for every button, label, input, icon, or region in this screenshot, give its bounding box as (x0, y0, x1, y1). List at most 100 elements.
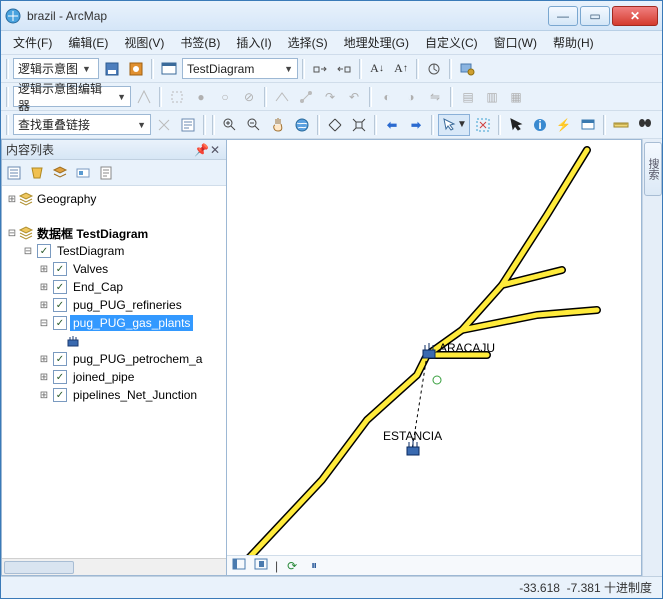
application-window: brazil - ArcMap — ▭ ✕ 文件(F) 编辑(E) 视图(V) … (0, 0, 663, 599)
update-diagram-icon[interactable] (125, 58, 147, 80)
toc-header[interactable]: 内容列表 📌 ✕ (2, 140, 226, 160)
close-button[interactable]: ✕ (612, 6, 658, 26)
toc-close-icon[interactable]: ✕ (208, 143, 222, 157)
menu-help[interactable]: 帮助(H) (545, 31, 602, 54)
propagate-to-map-icon[interactable] (309, 58, 331, 80)
tree-group-testdiagram[interactable]: ⊟✓ TestDiagram (2, 242, 226, 260)
tree-layer-endcap[interactable]: ⊞✓ End_Cap (2, 278, 226, 296)
list-by-source-icon[interactable] (27, 163, 47, 183)
select-features-icon[interactable]: ▼ (438, 114, 470, 136)
list-by-selection-icon[interactable] (73, 163, 93, 183)
tree-label: pug_PUG_petrochem_a (70, 351, 205, 367)
menu-file[interactable]: 文件(F) (5, 31, 60, 54)
forward-extent-icon[interactable]: ➡ (405, 114, 427, 136)
map-container: ARACAJU ESTANCIA | ⟳ ⏸ (227, 139, 642, 576)
minimize-button[interactable]: — (548, 6, 578, 26)
toc-hscrollbar[interactable] (2, 558, 226, 575)
arcmap-icon (5, 8, 21, 24)
tree-layer-joined-pipe[interactable]: ⊞✓ joined_pipe (2, 368, 226, 386)
align-left-icon: ▤ (457, 86, 479, 108)
layout-properties-icon[interactable] (177, 114, 199, 136)
scrollbar-thumb[interactable] (4, 561, 74, 574)
map-label-estancia: ESTANCIA (383, 429, 442, 443)
toc-pin-icon[interactable]: 📌 (194, 143, 208, 157)
remove-root-icon: ⊘ (238, 86, 260, 108)
pause-drawing-icon[interactable]: ⏸ (306, 558, 322, 573)
rotate-right-icon: ◑ (400, 86, 422, 108)
window-title: brazil - ArcMap (27, 9, 548, 23)
layout-first-icon[interactable] (231, 558, 247, 573)
propagate-to-diagram-icon[interactable] (333, 58, 355, 80)
tree-layer-valves[interactable]: ⊞✓ Valves (2, 260, 226, 278)
tree-label: Valves (70, 261, 111, 277)
maximize-button[interactable]: ▭ (580, 6, 610, 26)
schematic-dropdown[interactable]: 逻辑示意图▼ (13, 58, 99, 79)
fixed-zoom-out-icon[interactable] (348, 114, 370, 136)
layout-task-combo[interactable]: 查找重叠链接▼ (13, 114, 151, 135)
select-elements-icon[interactable] (505, 114, 527, 136)
window-buttons: — ▭ ✕ (548, 6, 658, 26)
toc-toolbar (2, 160, 226, 186)
svg-text:i: i (538, 118, 541, 132)
align-center-icon: ▥ (481, 86, 503, 108)
tree-label: pipelines_Net_Junction (70, 387, 200, 403)
tree-label: End_Cap (70, 279, 126, 295)
options-icon[interactable] (96, 163, 116, 183)
status-coords: -33.618 -7.381 十进制度 (519, 579, 652, 596)
menu-bookmarks[interactable]: 书签(B) (172, 31, 228, 54)
decrease-symbol-icon[interactable]: A↓ (366, 58, 388, 80)
menu-edit[interactable]: 编辑(E) (60, 31, 116, 54)
list-by-visibility-icon[interactable] (50, 163, 70, 183)
tree-layer-refineries[interactable]: ⊞✓ pug_PUG_refineries (2, 296, 226, 314)
tree-label: Geography (34, 191, 99, 207)
tree-label: pug_PUG_refineries (70, 297, 185, 313)
tree-label: pug_PUG_gas_plants (70, 315, 193, 331)
diagram-window-icon[interactable] (158, 58, 180, 80)
tree-layer-petrochem[interactable]: ⊞✓ pug_PUG_petrochem_a (2, 350, 226, 368)
menu-insert[interactable]: 插入(I) (228, 31, 279, 54)
identify-icon[interactable]: i (529, 114, 551, 136)
tree-layer-gas-plants[interactable]: ⊟✓ pug_PUG_gas_plants (2, 314, 226, 332)
refresh-map-icon[interactable]: ⟳ (284, 559, 300, 573)
layout-prev-icon[interactable] (253, 558, 269, 573)
tree-dataframe-testdiagram[interactable]: ⊟ 数据框 TestDiagram (2, 224, 226, 242)
diagram-layer-combo[interactable]: TestDiagram▼ (182, 58, 298, 79)
pan-icon[interactable] (267, 114, 289, 136)
menu-bar: 文件(F) 编辑(E) 视图(V) 书签(B) 插入(I) 选择(S) 地理处理… (1, 31, 662, 55)
fixed-zoom-in-icon[interactable] (324, 114, 346, 136)
back-extent-icon[interactable]: ⬅ (381, 114, 403, 136)
zoom-in-icon[interactable] (219, 114, 241, 136)
save-diagram-icon[interactable] (101, 58, 123, 80)
align-right-icon: ▦ (505, 86, 527, 108)
hyperlink-icon[interactable]: ⚡ (553, 114, 575, 136)
schematic-editor-toolbar: 逻辑示意图编辑器▼ ● ○ ⊘ ↷ ↶ ◐ ◑ ⇋ ▤ ▥ ▦ (1, 83, 662, 111)
layout-and-tools-toolbar: 查找重叠链接▼ ⬅ ➡ ▼ i ⚡ (1, 111, 662, 139)
catalog-tab[interactable]: 搜索 (644, 142, 662, 196)
menu-customize[interactable]: 自定义(C) (417, 31, 486, 54)
list-by-drawing-icon[interactable] (4, 163, 24, 183)
select-root-icon: ○ (214, 86, 236, 108)
increase-symbol-icon[interactable]: A↑ (390, 58, 412, 80)
clear-selection-icon[interactable] (472, 114, 494, 136)
menu-view[interactable]: 视图(V) (116, 31, 172, 54)
menu-selection[interactable]: 选择(S) (280, 31, 336, 54)
menu-windows[interactable]: 窗口(W) (486, 31, 545, 54)
schematic-config-icon[interactable] (456, 58, 478, 80)
map-view[interactable]: ARACAJU ESTANCIA (227, 140, 641, 555)
find-icon[interactable] (634, 114, 656, 136)
tree-dataframe-geography[interactable]: ⊞ Geography (2, 190, 226, 208)
map-canvas: ARACAJU ESTANCIA (227, 140, 641, 555)
schematic-editor-dropdown[interactable]: 逻辑示意图编辑器▼ (13, 86, 131, 107)
reduce-icon: ↶ (343, 86, 365, 108)
measure-icon[interactable] (610, 114, 632, 136)
right-dock: 搜索 (642, 139, 662, 576)
title-bar[interactable]: brazil - ArcMap — ▭ ✕ (1, 1, 662, 31)
tree-symbol-gas-plants[interactable] (2, 332, 226, 350)
html-popup-icon[interactable] (577, 114, 599, 136)
tree-layer-net-junctions[interactable]: ⊞✓ pipelines_Net_Junction (2, 386, 226, 404)
zoom-out-icon[interactable] (243, 114, 265, 136)
menu-geoprocessing[interactable]: 地理处理(G) (336, 31, 417, 54)
toc-tree[interactable]: ⊞ Geography ⊟ 数据框 TestDiagram ⊟✓ TestDia… (2, 186, 226, 558)
full-extent-icon[interactable] (291, 114, 313, 136)
restore-symbol-icon[interactable] (423, 58, 445, 80)
